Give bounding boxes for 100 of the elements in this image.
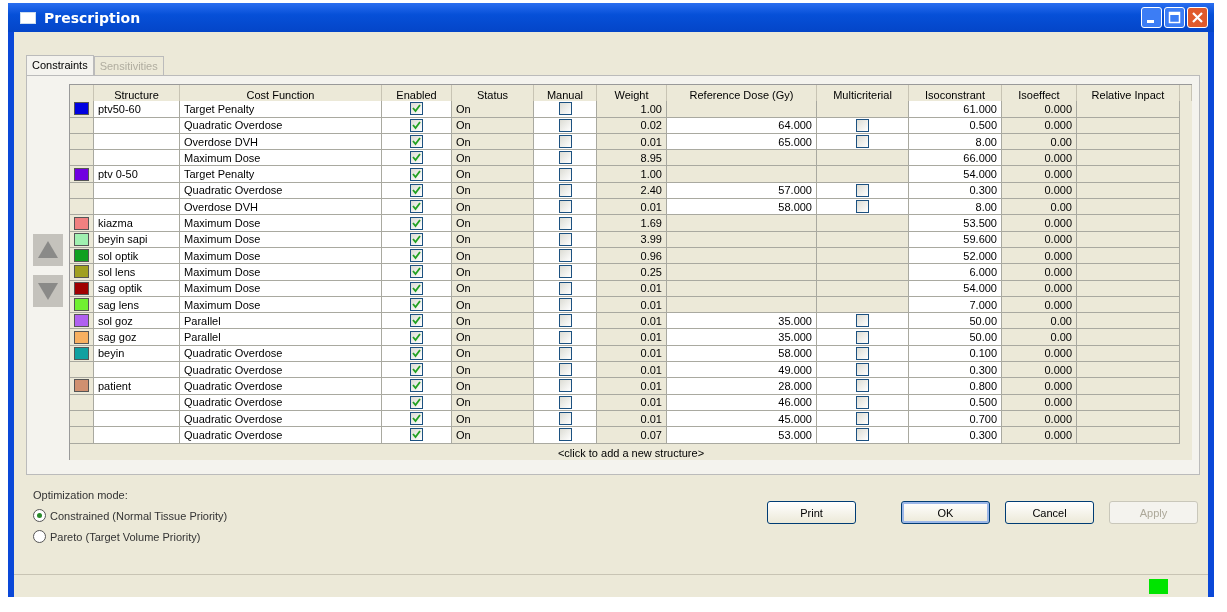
checkbox[interactable] [410,167,423,181]
table-cell: On [452,427,534,444]
checkbox[interactable] [558,412,572,426]
table-cell: 0.000 [1002,378,1077,395]
checkbox[interactable] [856,118,869,132]
radio-option[interactable]: Constrained (Normal Tissue Priority) [33,509,228,522]
checkbox[interactable] [558,167,572,181]
checkbox[interactable] [558,428,572,442]
checkbox[interactable] [410,102,423,116]
checkbox[interactable] [410,346,423,360]
checkbox[interactable] [558,200,572,214]
checkbox[interactable] [410,330,423,344]
table-cell: On [452,378,534,395]
checkbox[interactable] [856,330,869,344]
checkbox[interactable] [856,412,869,426]
checkbox[interactable] [558,346,572,360]
checkbox[interactable] [856,183,869,197]
checkbox[interactable] [410,363,423,377]
table-cell: sag goz [94,329,180,346]
checkbox[interactable] [410,118,423,132]
checkbox[interactable] [410,428,423,442]
checkbox[interactable] [856,379,869,393]
maximize-button[interactable] [1164,7,1185,28]
checkbox[interactable] [410,183,423,197]
checkbox[interactable] [856,346,869,360]
checkbox[interactable] [410,281,423,295]
table-cell: 1.00 [597,101,667,118]
table-cell: On [452,215,534,232]
checkbox[interactable] [410,379,423,393]
checkbox[interactable] [856,314,869,328]
checkbox[interactable] [410,249,423,263]
table-cell: 0.000 [1002,150,1077,167]
table-cell: sol lens [94,264,180,281]
tab[interactable]: Constraints [26,55,94,75]
checkbox[interactable] [410,232,423,246]
minimize-button[interactable] [1141,7,1162,28]
table-cell: 0.800 [909,378,1002,395]
table-cell: 61.000 [909,101,1002,118]
checkbox[interactable] [558,216,572,230]
table-cell: On [452,313,534,330]
table-cell: On [452,150,534,167]
table-cell: Quadratic Overdose [180,378,382,395]
table-cell: patient [94,378,180,395]
table-cell: 28.000 [667,378,817,395]
checkbox[interactable] [410,412,423,426]
checkbox[interactable] [558,281,572,295]
table-cell: 0.000 [1002,215,1077,232]
add-structure-hint[interactable]: <click to add a new structure> [557,446,705,459]
table-cell: 0.000 [1002,427,1077,444]
checkbox[interactable] [410,395,423,409]
dialog-button[interactable]: Print [767,501,856,524]
table-cell: 53.000 [667,427,817,444]
checkbox[interactable] [558,135,572,149]
checkbox[interactable] [410,216,423,230]
checkbox[interactable] [410,135,423,149]
table-cell: ptv 0-50 [94,166,180,183]
table-cell: 0.00 [1002,199,1077,216]
checkbox[interactable] [558,265,572,279]
table-cell: On [452,362,534,379]
checkbox[interactable] [558,379,572,393]
checkbox[interactable] [856,135,869,149]
checkbox[interactable] [558,151,572,165]
checkbox[interactable] [856,363,869,377]
checkbox[interactable] [558,330,572,344]
table-cell: 49.000 [667,362,817,379]
checkbox[interactable] [558,395,572,409]
checkbox[interactable] [558,118,572,132]
checkbox[interactable] [856,395,869,409]
table-cell: 50.00 [909,329,1002,346]
radio-option[interactable]: Pareto (Target Volume Priority) [33,530,228,543]
table-cell: Target Penalty [180,101,382,118]
table-cell: 35.000 [667,313,817,330]
checkbox[interactable] [558,298,572,311]
table-cell: 8.95 [597,150,667,167]
table-cell: 0.01 [597,313,667,330]
dialog-button[interactable]: OK [901,501,990,524]
table-cell: kiazma [94,215,180,232]
table-cell: Maximum Dose [180,264,382,281]
checkbox[interactable] [410,200,423,214]
checkbox[interactable] [856,200,869,214]
table-cell: Target Penalty [180,166,382,183]
checkbox[interactable] [410,265,423,279]
table-cell: 1.00 [597,166,667,183]
checkbox[interactable] [558,102,572,116]
checkbox[interactable] [410,151,423,165]
checkbox[interactable] [558,183,572,197]
checkbox[interactable] [558,249,572,263]
checkbox[interactable] [410,298,423,311]
checkbox[interactable] [558,363,572,377]
close-button[interactable] [1187,7,1208,28]
checkbox[interactable] [410,314,423,328]
table-cell: 6.000 [909,264,1002,281]
dialog-button[interactable]: Cancel [1005,501,1094,524]
table-cell: 0.01 [597,329,667,346]
table-cell: Overdose DVH [180,199,382,216]
checkbox[interactable] [856,428,869,442]
checkbox[interactable] [558,314,572,328]
table-cell: On [452,264,534,281]
table-cell: 0.25 [597,264,667,281]
checkbox[interactable] [558,232,572,246]
